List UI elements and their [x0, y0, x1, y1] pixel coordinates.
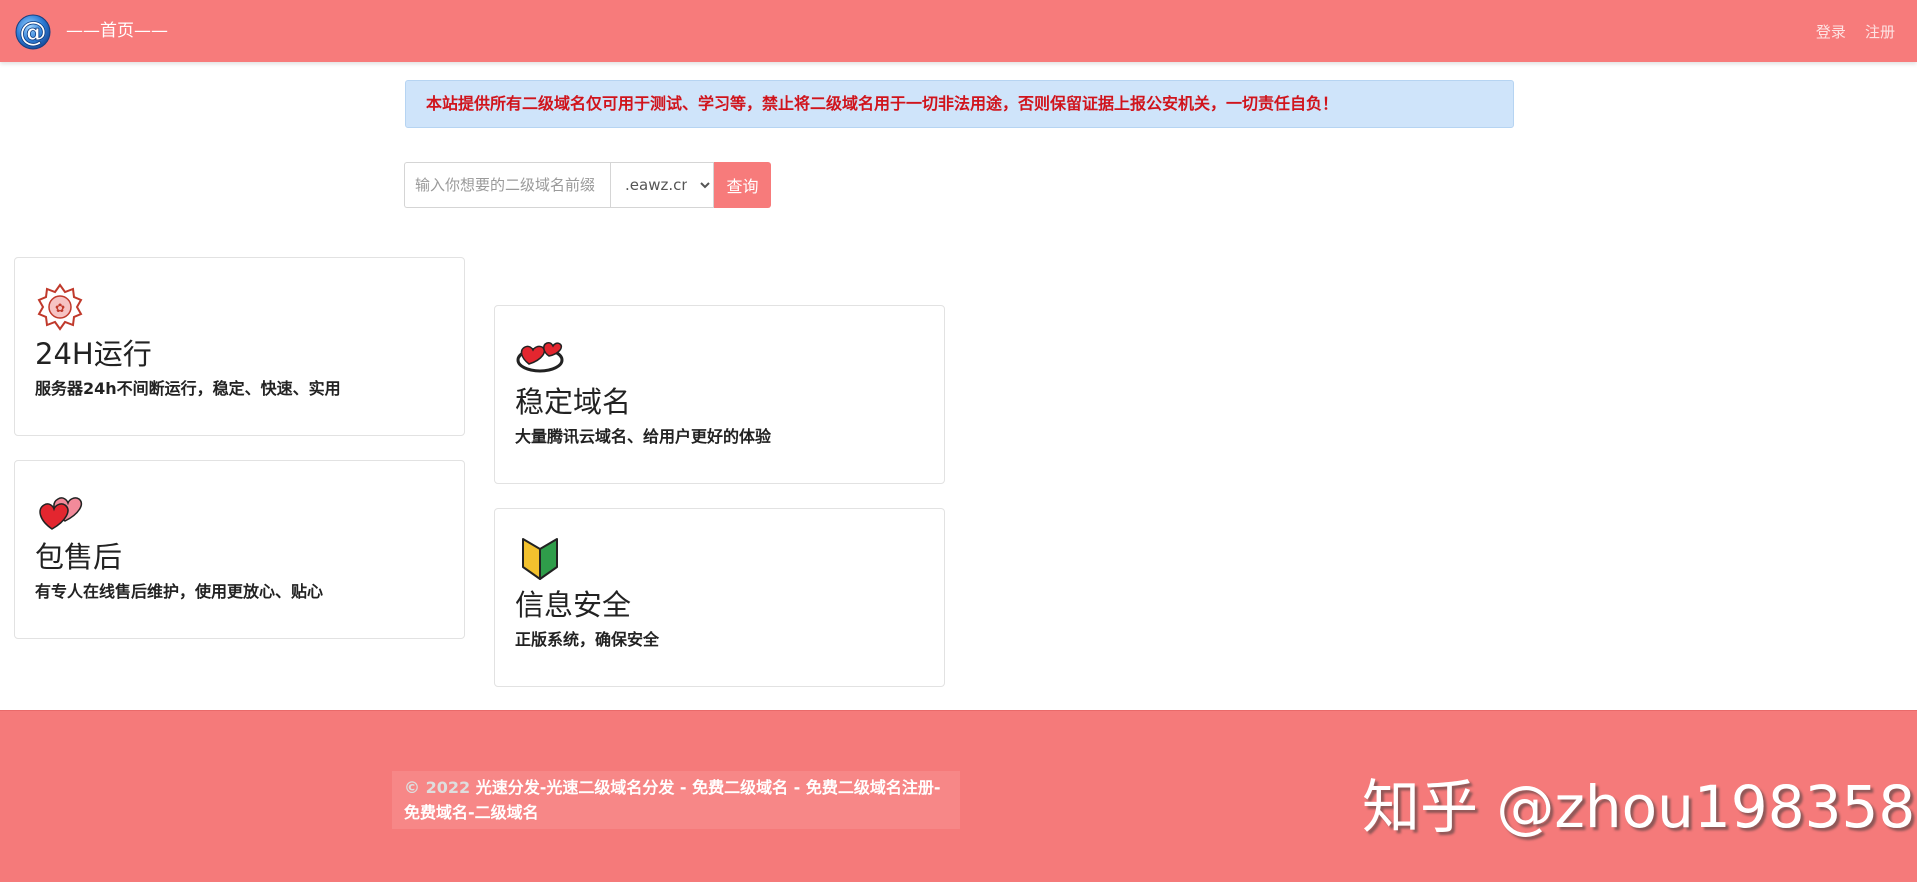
copyright-text: © 2022 光速分发-光速二级域名分发 - 免费二级域名 - 免费二级域名注册… — [392, 771, 960, 829]
query-button[interactable]: 查询 — [714, 162, 771, 208]
feature-card-after-sales: 包售后 有专人在线售后维护，使用更放心、贴心 — [14, 460, 465, 639]
beginner-shield-icon — [522, 538, 558, 580]
svg-text:@: @ — [19, 15, 47, 48]
two-hearts-icon — [39, 497, 83, 530]
feature-desc: 有专人在线售后维护，使用更放心、贴心 — [35, 582, 324, 601]
auth-links: 登录 注册 — [1802, 21, 1895, 42]
svg-text:✿: ✿ — [55, 301, 65, 315]
feature-title: 包售后 — [35, 540, 123, 574]
at-sign-globe-icon[interactable]: @ — [14, 12, 52, 50]
feature-card-stable-domain: 稳定域名 大量腾讯云域名、给用户更好的体验 — [494, 305, 945, 484]
copyright-year: © 2022 — [404, 778, 471, 797]
feature-card-24h: ✿ 24H运行 服务器24h不间断运行，稳定、快速、实用 — [14, 257, 465, 436]
feature-desc: 大量腾讯云域名、给用户更好的体验 — [515, 427, 772, 446]
top-navbar: @ ——首页—— 登录 注册 — [0, 0, 1917, 62]
feature-desc: 正版系统，确保安全 — [515, 630, 660, 649]
feature-title: 信息安全 — [515, 588, 632, 622]
feature-card-info-security: 信息安全 正版系统，确保安全 — [494, 508, 945, 687]
cherry-blossom-badge-icon: ✿ — [37, 283, 83, 331]
login-link[interactable]: 登录 — [1816, 23, 1846, 41]
feature-title: 稳定域名 — [515, 385, 632, 419]
domain-suffix-select[interactable]: .eawz.cn — [610, 162, 714, 208]
domain-search-group: .eawz.cn 查询 — [404, 162, 771, 208]
legal-notice-alert: 本站提供所有二级域名仅可用于测试、学习等，禁止将二级域名用于一切非法用途，否则保… — [405, 80, 1514, 128]
zhihu-watermark: 知乎 @zhou198358 — [1362, 773, 1916, 841]
page-footer: © 2022 光速分发-光速二级域名分发 - 免费二级域名 - 免费二级域名注册… — [0, 710, 1917, 882]
feature-title: 24H运行 — [35, 337, 152, 371]
copyright-sitename: 光速分发-光速二级域名分发 - 免费二级域名 - 免费二级域名注册-免费域名-二… — [404, 778, 941, 822]
brand-home-link[interactable]: ——首页—— — [66, 20, 168, 42]
revolving-hearts-icon — [516, 342, 564, 373]
register-link[interactable]: 注册 — [1865, 23, 1895, 41]
domain-prefix-input[interactable] — [404, 162, 611, 208]
feature-desc: 服务器24h不间断运行，稳定、快速、实用 — [35, 379, 341, 398]
